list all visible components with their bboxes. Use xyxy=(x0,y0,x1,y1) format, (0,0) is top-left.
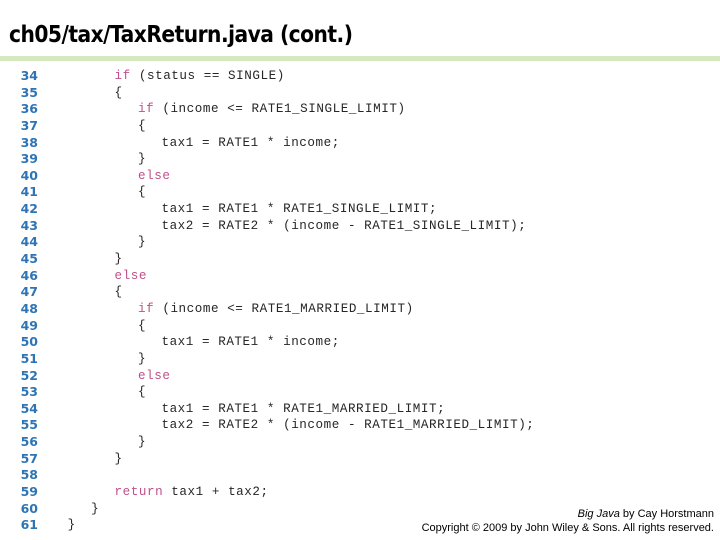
code-line-number: 45 xyxy=(20,251,38,267)
code-line: 34 if (status == SINGLE) xyxy=(0,68,720,85)
code-line: 59 return tax1 + tax2; xyxy=(0,484,720,501)
code-line-text: else xyxy=(138,168,170,185)
code-line-number: 38 xyxy=(20,134,38,150)
code-line: 45} xyxy=(0,251,720,268)
code-line: 35 { xyxy=(0,85,720,102)
footer-copyright: Copyright © 2009 by John Wiley & Sons. A… xyxy=(421,522,714,534)
code-listing: 34 if (status == SINGLE) 35 {36 if (income <… xyxy=(0,68,720,534)
page-title: ch05/tax/TaxReturn.java (cont.) xyxy=(9,22,353,48)
code-line-text: } xyxy=(114,252,123,267)
code-line-text: tax1 = RATE1 * income; xyxy=(161,135,340,150)
code-line: 48 if (income <= RATE1_MARRIED_LIMIT) xyxy=(0,301,720,318)
code-line-text: else xyxy=(115,268,147,285)
code-keyword: if xyxy=(138,102,155,117)
code-line-text: { xyxy=(138,118,147,133)
code-line-text: tax2 = RATE2 * (income - RATE1_SINGLE_LI… xyxy=(161,218,527,233)
code-line-number: 36 xyxy=(20,101,38,117)
code-line-text: tax2 = RATE2 * (income - RATE1_MARRIED_L… xyxy=(161,418,535,433)
code-line-number: 53 xyxy=(20,384,38,400)
code-line-text: return tax1 + tax2; xyxy=(114,485,269,500)
footer: Big Java by Cay Horstmann Copyright © 20… xyxy=(422,507,714,535)
code-line-text: tax1 = RATE1 * RATE1_SINGLE_LIMIT; xyxy=(161,202,438,217)
code-line: 44} xyxy=(0,234,720,251)
code-line-number: 48 xyxy=(20,300,38,316)
code-line-number: 42 xyxy=(20,201,38,217)
code-line-text: if (status == SINGLE) xyxy=(114,69,285,83)
code-line-number: 47 xyxy=(20,284,38,300)
code-line-text: { xyxy=(138,185,147,200)
code-line: 36 if (income <= RATE1_SINGLE_LIMIT) xyxy=(0,101,720,118)
code-keyword: return xyxy=(114,485,164,500)
code-line-text: if (income <= RATE1_SINGLE_LIMIT) xyxy=(138,102,406,117)
code-line-number: 43 xyxy=(20,217,38,233)
code-line-text: if (income <= RATE1_MARRIED_LIMIT) xyxy=(138,301,414,316)
code-line-number: 61 xyxy=(20,517,38,533)
code-line: 52 else xyxy=(0,368,720,385)
code-line: 58 xyxy=(0,467,720,484)
code-line-text: { xyxy=(114,85,123,100)
slide-canvas: ch05/tax/TaxReturn.java (cont.) 34 if (st… xyxy=(0,0,720,540)
code-line-number: 49 xyxy=(20,317,38,333)
code-line-number: 51 xyxy=(20,350,38,366)
code-keyword: else xyxy=(138,168,171,183)
code-line-text: } xyxy=(138,435,147,450)
code-line: 46 else xyxy=(0,268,720,285)
code-line-number: 57 xyxy=(20,450,38,466)
code-line-number: 44 xyxy=(20,234,38,250)
code-line-number: 41 xyxy=(20,184,38,200)
code-line-number: 52 xyxy=(20,367,38,383)
code-line-text: tax1 = RATE1 * income; xyxy=(161,335,340,350)
code-line-text: } xyxy=(138,351,147,366)
code-line: 37 { xyxy=(0,118,720,135)
code-line: 43 tax2 = RATE2 * (income - RATE1_SINGLE_… xyxy=(0,218,720,235)
code-line-number: 37 xyxy=(20,117,38,133)
code-line-number: 58 xyxy=(20,467,38,483)
code-line-text: tax1 = RATE1 * RATE1_MARRIED_LIMIT; xyxy=(161,401,446,416)
code-line: 49 { xyxy=(0,318,720,335)
code-line-text: } xyxy=(91,501,100,516)
code-keyword: if xyxy=(114,69,131,83)
code-line: 40 else xyxy=(0,168,720,185)
code-line: 53 { xyxy=(0,384,720,401)
code-line: 55 tax2 = RATE2 * (income - RATE1_MARRIED… xyxy=(0,417,720,434)
code-line-text: { xyxy=(114,285,123,300)
code-line: 57} xyxy=(0,451,720,468)
code-line: 39} xyxy=(0,151,720,168)
code-line-number: 40 xyxy=(20,167,38,183)
code-line-number: 60 xyxy=(20,500,38,516)
code-line: 38 tax1 = RATE1 * income; xyxy=(0,135,720,152)
code-line: 51} xyxy=(0,351,720,368)
code-line-text: } xyxy=(138,235,147,250)
code-line-number: 54 xyxy=(20,400,38,416)
code-line-number: 46 xyxy=(20,267,38,283)
code-line-number: 50 xyxy=(20,334,38,350)
code-line-number: 56 xyxy=(20,434,38,450)
footer-attribution-line: Big Java by Cay Horstmann xyxy=(422,507,714,521)
code-line-number: 35 xyxy=(20,84,38,100)
code-line: 50 tax1 = RATE1 * income; xyxy=(0,334,720,351)
code-line: 42 tax1 = RATE1 * RATE1_SINGLE_LIMIT; xyxy=(0,201,720,218)
code-keyword: if xyxy=(138,301,155,316)
code-line-text: } xyxy=(138,152,147,167)
code-line-number: 55 xyxy=(20,417,38,433)
code-keyword: else xyxy=(138,368,171,383)
code-line-number: 59 xyxy=(20,484,38,500)
footer-book-title: Big Java xyxy=(577,508,620,520)
code-line-text: { xyxy=(138,318,147,333)
code-line: 54 tax1 = RATE1 * RATE1_MARRIED_LIMIT; xyxy=(0,401,720,418)
code-line: 41 { xyxy=(0,184,720,201)
code-line-text: } xyxy=(67,518,76,533)
code-line: 47 { xyxy=(0,284,720,301)
title-divider-rule xyxy=(0,56,720,61)
code-line-number: 39 xyxy=(20,151,38,167)
code-line: 56} xyxy=(0,434,720,451)
code-keyword: else xyxy=(114,268,147,283)
code-line-text: else xyxy=(138,368,170,385)
code-line-text: { xyxy=(138,385,147,400)
code-line-text: } xyxy=(114,451,123,466)
code-line-number: 34 xyxy=(20,68,38,83)
footer-author: by Cay Horstmann xyxy=(619,508,714,520)
